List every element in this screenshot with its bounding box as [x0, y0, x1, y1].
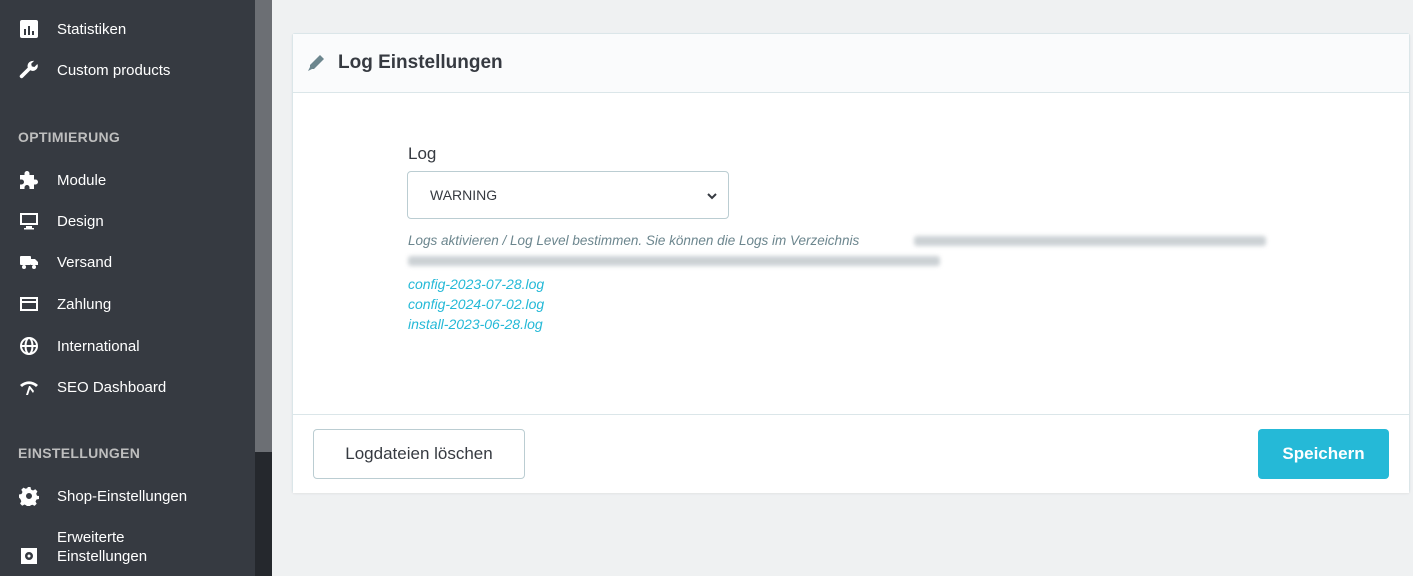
- sidebar-item-custom-products[interactable]: Custom products: [18, 59, 170, 81]
- log-file-link[interactable]: config-2023-07-28.log: [408, 276, 544, 292]
- puzzle-icon: [18, 169, 40, 191]
- sidebar-item-zahlung[interactable]: Zahlung: [18, 293, 111, 315]
- sidebar-item-label: Zahlung: [57, 295, 112, 313]
- sidebar-item-label: Versand: [57, 253, 113, 271]
- section-title-einstellungen: EINSTELLUNGEN: [18, 445, 141, 461]
- globe-icon: [18, 335, 40, 357]
- sidebar-item-label-line2: Einstellungen: [57, 548, 148, 565]
- sidebar-item-label: Design: [57, 212, 104, 230]
- sidebar-item-label-line1: Erweiterte: [57, 529, 125, 546]
- sidebar-item-label: International: [57, 337, 140, 355]
- sidebar-item-international[interactable]: International: [18, 335, 140, 357]
- chevron-down-icon: [706, 189, 718, 201]
- bar-chart-icon: [18, 18, 40, 40]
- log-field-label: Log: [408, 144, 437, 163]
- sidebar-item-statistiken[interactable]: Statistiken: [18, 18, 126, 40]
- sidebar-item-shop-einstellungen[interactable]: Shop-Einstellungen: [18, 485, 187, 507]
- card-header: Log Einstellungen: [293, 34, 1409, 93]
- sidebar-item-versand[interactable]: Versand: [18, 251, 112, 273]
- credit-card-icon: [18, 293, 40, 315]
- sidebar-item-label: SEO Dashboard: [57, 378, 167, 396]
- sidebar-item-label-wrap: Erweiterte Einstellungen: [57, 528, 147, 566]
- sidebar-item-label: Shop-Einstellungen: [57, 487, 188, 505]
- settings-box-icon: [18, 545, 40, 567]
- sidebar-item-seo-dashboard[interactable]: SEO Dashboard: [18, 376, 166, 398]
- save-button[interactable]: Speichern: [1258, 429, 1389, 479]
- redacted-path-continued: [408, 256, 940, 266]
- sidebar-item-label: Custom products: [57, 61, 171, 79]
- wrench-icon: [18, 59, 40, 81]
- section-title-optimierung: OPTIMIERUNG: [18, 129, 121, 145]
- sidebar-item-label: Module: [57, 171, 107, 189]
- log-file-link[interactable]: install-2023-06-28.log: [408, 316, 543, 332]
- pencil-icon: [306, 52, 328, 74]
- log-level-value: WARNING: [430, 187, 498, 203]
- sidebar-scroll-thumb[interactable]: [255, 0, 272, 452]
- log-file-link[interactable]: config-2024-07-02.log: [408, 296, 544, 312]
- truck-icon: [18, 251, 40, 273]
- card-footer: Logdateien löschen Speichern: [293, 414, 1409, 493]
- sidebar-scrollbar[interactable]: [255, 0, 272, 576]
- sidebar: Statistiken Custom products OPTIMIERUNG …: [0, 0, 255, 576]
- seo-icon: [18, 376, 40, 398]
- help-text: Logs aktivieren / Log Level bestimmen. S…: [408, 233, 860, 248]
- sidebar-item-design[interactable]: Design: [18, 210, 104, 232]
- sidebar-item-module[interactable]: Module: [18, 169, 106, 191]
- card-title: Log Einstellungen: [338, 52, 503, 73]
- sidebar-item-label: Statistiken: [57, 20, 127, 38]
- sidebar-item-erweiterte-einstellungen[interactable]: Erweiterte Einstellungen: [18, 527, 147, 567]
- monitor-icon: [18, 210, 40, 232]
- delete-logs-button[interactable]: Logdateien löschen: [313, 429, 525, 479]
- log-settings-card: Log Einstellungen Log WARNING Logs aktiv…: [292, 33, 1410, 493]
- gear-icon: [18, 485, 40, 507]
- redacted-path: [914, 236, 1266, 246]
- log-level-select[interactable]: WARNING: [407, 171, 729, 219]
